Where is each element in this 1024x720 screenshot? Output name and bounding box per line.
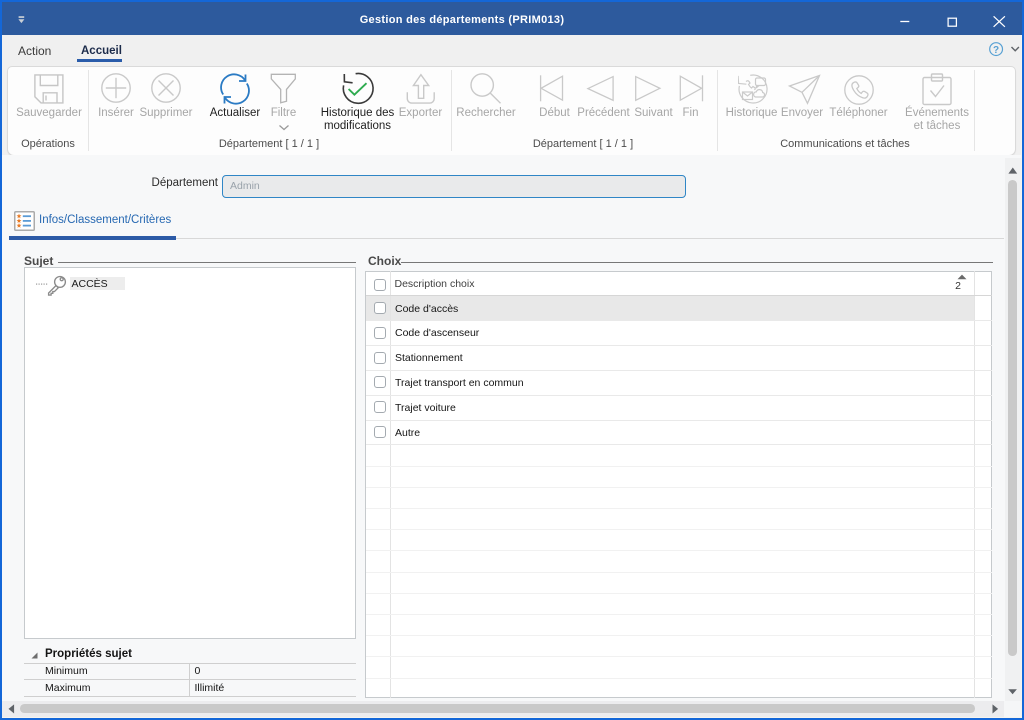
svg-text:?: ? — [993, 45, 999, 56]
